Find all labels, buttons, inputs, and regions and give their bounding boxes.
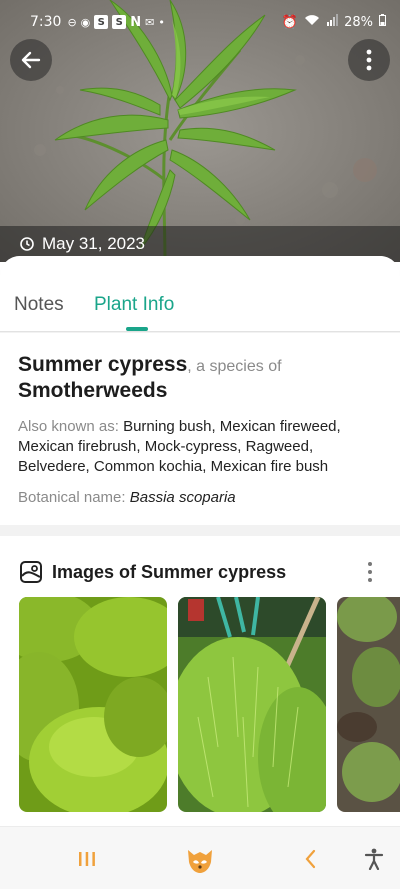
notification-n-icon: N [130, 14, 142, 30]
active-tab-indicator [126, 327, 148, 331]
botanical-name-value: Bassia scoparia [129, 489, 236, 506]
clock-icon [20, 237, 34, 251]
plant-genus: Smotherweeds [18, 379, 168, 402]
also-known-as: Also known as: Burning bush, Mexican fir… [18, 417, 382, 477]
messenger-icon: ◉ [80, 15, 91, 29]
species-of-text: , a species of [187, 358, 282, 375]
back-button[interactable] [10, 39, 52, 81]
plant-info-card: Summer cypress, a species of Smotherweed… [0, 333, 400, 525]
accessibility-icon [364, 848, 384, 870]
signal-icon [326, 14, 339, 30]
tab-plant-info[interactable]: Plant Info [94, 294, 174, 316]
images-section-header: Images of Summer cypress [19, 560, 286, 584]
also-known-as-label: Also known as: [18, 418, 119, 435]
nav-recents-button[interactable] [74, 847, 100, 871]
more-options-button[interactable] [348, 39, 390, 81]
nav-accessibility-button[interactable] [362, 847, 386, 871]
status-bar: 7:30 ⊖ ◉ S S N ✉ • ⏰ 28% [0, 0, 400, 44]
home-icon [188, 850, 212, 873]
nav-back-button[interactable] [298, 847, 322, 871]
recents-icon [79, 852, 95, 866]
photo-date-text: May 31, 2023 [42, 234, 146, 253]
image-gallery-icon [20, 561, 42, 583]
plant-image-thumbnail[interactable] [337, 597, 400, 812]
status-time: 7:30 [30, 14, 62, 30]
status-notification-icon: ⊖ [67, 15, 77, 29]
botanical-name-label: Botanical name: [18, 489, 126, 506]
images-more-options-button[interactable] [360, 560, 380, 584]
tab-notes[interactable]: Notes [14, 294, 64, 316]
more-vertical-icon [366, 49, 372, 71]
more-vertical-icon [368, 562, 372, 566]
mail-icon: ✉ [145, 15, 155, 29]
plant-common-name: Summer cypress [18, 353, 188, 376]
tab-bar: Notes Plant Info [0, 256, 400, 332]
images-section: Images of Summer cypress [0, 536, 400, 826]
images-section-title: Images of Summer cypress [52, 561, 287, 582]
battery-icon [379, 14, 386, 30]
plant-photo: 7:30 ⊖ ◉ S S N ✉ • ⏰ 28% May 31, 2023 [0, 0, 400, 262]
notification-s-icon: S [112, 15, 127, 29]
chevron-left-icon [305, 849, 316, 869]
system-navigation-bar [0, 826, 400, 889]
battery-text: 28% [344, 14, 373, 30]
alarm-icon: ⏰ [281, 14, 299, 30]
plant-image-thumbnail[interactable] [19, 597, 167, 812]
wifi-icon [304, 14, 320, 30]
dot-icon: • [158, 15, 165, 29]
nav-home-button[interactable] [183, 842, 217, 876]
arrow-left-icon [21, 51, 41, 69]
plant-details-sheet: Notes Plant Info Summer cypress, a speci… [0, 256, 400, 889]
notification-s-icon: S [94, 15, 109, 29]
plant-image-thumbnail[interactable] [178, 597, 326, 812]
botanical-name: Botanical name: Bassia scoparia [18, 489, 382, 506]
